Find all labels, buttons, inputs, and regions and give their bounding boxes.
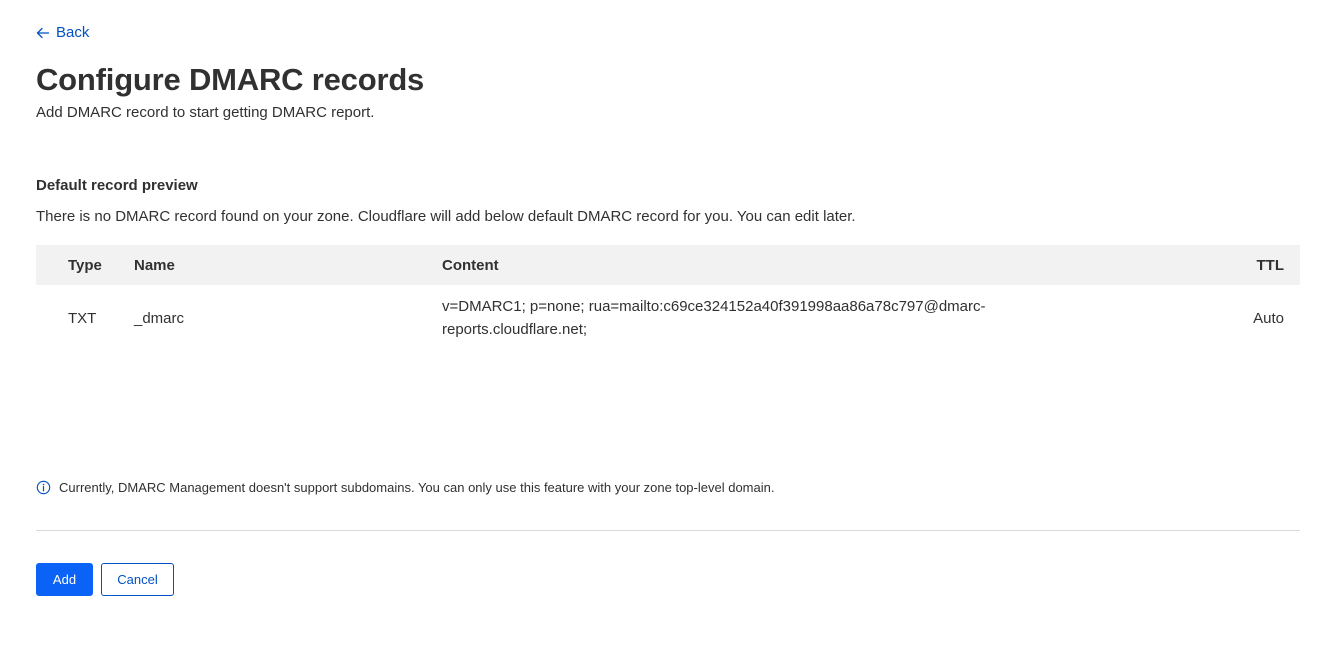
add-button[interactable]: Add <box>36 563 93 596</box>
info-icon <box>36 480 51 495</box>
record-name-cell: _dmarc <box>134 309 185 327</box>
column-header-name: Name <box>134 256 175 274</box>
preview-section-description: There is no DMARC record found on your z… <box>36 208 856 225</box>
preview-section-title: Default record preview <box>36 177 198 194</box>
page-title: Configure DMARC records <box>36 62 425 97</box>
subdomain-info-note: Currently, DMARC Management doesn't supp… <box>36 480 774 495</box>
column-header-type: Type <box>68 256 102 274</box>
back-link-label: Back <box>56 24 90 41</box>
cancel-button[interactable]: Cancel <box>101 563 174 596</box>
record-ttl-cell: Auto <box>1253 309 1284 327</box>
configure-dmarc-page: Back Configure DMARC records Add DMARC r… <box>0 0 1332 648</box>
record-content-text: v=DMARC1; p=none; rua=mailto:c69ce324152… <box>442 298 986 338</box>
info-note-text: Currently, DMARC Management doesn't supp… <box>59 480 775 495</box>
record-content-cell: v=DMARC1; p=none; rua=mailto:c69ce324152… <box>442 285 1020 351</box>
footer-divider <box>36 530 1300 531</box>
table-row: TXT _dmarc v=DMARC1; p=none; rua=mailto:… <box>36 285 1300 351</box>
back-link[interactable]: Back <box>36 24 89 41</box>
table-header-row: Type Name Content TTL <box>36 245 1300 285</box>
arrow-left-icon <box>36 26 50 40</box>
column-header-ttl: TTL <box>1256 256 1285 274</box>
page-subtitle: Add DMARC record to start getting DMARC … <box>36 104 375 121</box>
dmarc-records-table: Type Name Content TTL TXT _dmarc v=DMARC… <box>36 245 1300 351</box>
column-header-content: Content <box>442 256 499 274</box>
record-type-cell: TXT <box>68 309 97 327</box>
